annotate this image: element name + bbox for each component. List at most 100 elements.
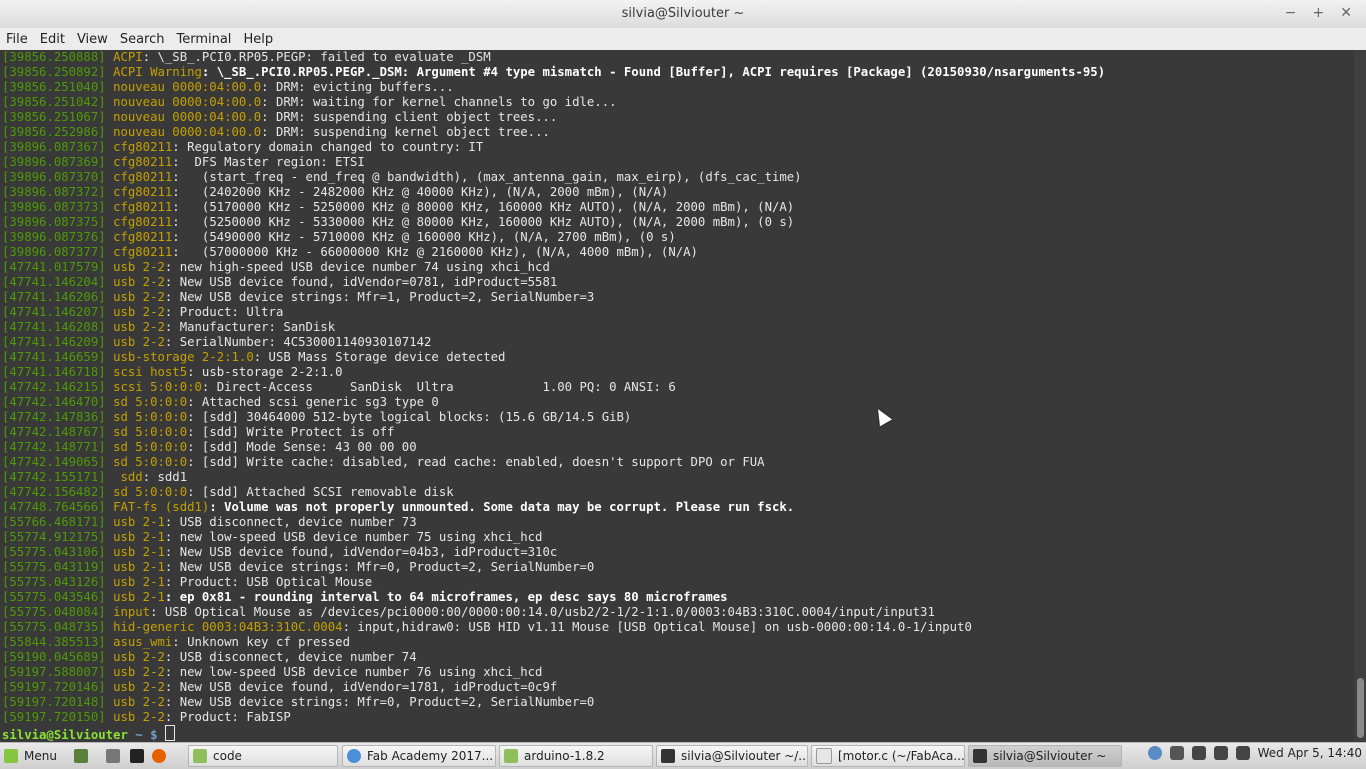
terminal-line: [59197.720146] usb 2-2: New USB device f… bbox=[2, 680, 1354, 695]
terminal-line: [55844.385513] asus_wmi: Unknown key cf … bbox=[2, 635, 1354, 650]
volume-icon[interactable] bbox=[1213, 746, 1228, 760]
task-button-terminal-1[interactable]: silvia@Silviouter ~/... bbox=[656, 745, 808, 767]
launcher-files[interactable] bbox=[106, 745, 126, 767]
log-source: cfg80211 bbox=[113, 155, 173, 169]
log-timestamp: [59197.720146] bbox=[2, 680, 106, 694]
log-message: : (5250000 KHz - 5330000 KHz @ 80000 KHz… bbox=[172, 215, 795, 229]
terminal-line: [55775.043126] usb 2-1: Product: USB Opt… bbox=[2, 575, 1354, 590]
log-message: : (5170000 KHz - 5250000 KHz @ 80000 KHz… bbox=[172, 200, 795, 214]
maximize-button[interactable]: + bbox=[1313, 5, 1325, 21]
log-timestamp: [39856.250892] bbox=[2, 65, 106, 79]
terminal-line: [39856.251040] nouveau 0000:04:00.0: DRM… bbox=[2, 80, 1354, 95]
log-message: : USB disconnect, device number 73 bbox=[164, 515, 417, 529]
task-button-code[interactable]: code bbox=[188, 745, 338, 767]
launcher-terminal[interactable] bbox=[130, 745, 150, 767]
terminal-line: [47741.146204] usb 2-2: New USB device f… bbox=[2, 275, 1354, 290]
log-message: : Product: USB Optical Mouse bbox=[164, 575, 373, 589]
terminal-line: [55775.048735] hid-generic 0003:04B3:310… bbox=[2, 620, 1354, 635]
log-source: nouveau 0000:04:00.0 bbox=[113, 110, 262, 124]
terminal-icon bbox=[973, 749, 987, 763]
shell-prompt[interactable]: silvia@Silviouter ~ $ bbox=[2, 725, 1354, 742]
update-shield-icon[interactable] bbox=[1147, 746, 1162, 760]
start-menu-button[interactable]: Menu bbox=[4, 745, 57, 767]
log-source: cfg80211 bbox=[113, 200, 173, 214]
log-timestamp: [47741.017579] bbox=[2, 260, 106, 274]
files-icon bbox=[106, 749, 120, 763]
log-message: : [sdd] Attached SCSI removable disk bbox=[187, 485, 454, 499]
scrollbar-thumb[interactable] bbox=[1357, 678, 1364, 738]
log-timestamp: [39896.087370] bbox=[2, 170, 106, 184]
task-label: Fab Academy 2017... bbox=[367, 749, 494, 763]
log-message: : new low-speed USB device number 76 usi… bbox=[164, 665, 543, 679]
task-button-terminal-2[interactable]: silvia@Silviouter ~ bbox=[968, 745, 1122, 767]
launcher-firefox[interactable] bbox=[152, 745, 172, 767]
clock[interactable]: Wed Apr 5, 14:40 bbox=[1258, 746, 1362, 760]
terminal-line: [47742.148771] sd 5:0:0:0: [sdd] Mode Se… bbox=[2, 440, 1354, 455]
terminal-output[interactable]: [39856.250888] ACPI: \_SB_.PCI0.RP05.PEG… bbox=[0, 50, 1354, 742]
minimize-button[interactable]: − bbox=[1285, 5, 1297, 21]
terminal-line: [47742.146215] scsi 5:0:0:0: Direct-Acce… bbox=[2, 380, 1354, 395]
log-message: : (57000000 KHz - 66000000 KHz @ 2160000… bbox=[172, 245, 698, 259]
log-timestamp: [55775.043119] bbox=[2, 560, 106, 574]
log-message: : [sdd] Mode Sense: 43 00 00 00 bbox=[187, 440, 417, 454]
menu-file[interactable]: File bbox=[0, 32, 34, 47]
terminal-line: [55774.912175] usb 2-1: new low-speed US… bbox=[2, 530, 1354, 545]
terminal-line: [59197.720150] usb 2-2: Product: FabISP bbox=[2, 710, 1354, 725]
log-timestamp: [39896.087369] bbox=[2, 155, 106, 169]
log-message: : sdd1 bbox=[142, 470, 188, 484]
log-timestamp: [47742.155171] bbox=[2, 470, 106, 484]
task-button-arduino[interactable]: arduino-1.8.2 bbox=[499, 745, 653, 767]
bluetooth-icon[interactable] bbox=[1191, 746, 1206, 760]
log-timestamp: [47742.147836] bbox=[2, 410, 106, 424]
task-label: arduino-1.8.2 bbox=[524, 749, 605, 763]
log-message: : Attached scsi generic sg3 type 0 bbox=[187, 395, 439, 409]
log-timestamp: [39856.251042] bbox=[2, 95, 106, 109]
menu-view[interactable]: View bbox=[71, 32, 114, 47]
menu-terminal[interactable]: Terminal bbox=[170, 32, 237, 47]
log-message: : New USB device strings: Mfr=0, Product… bbox=[164, 560, 595, 574]
system-tray: Wed Apr 5, 14:40 bbox=[1147, 746, 1362, 760]
task-label: silvia@Silviouter ~/... bbox=[681, 749, 808, 763]
log-message: : DRM: waiting for kernel channels to go… bbox=[261, 95, 617, 109]
menu-search[interactable]: Search bbox=[114, 32, 171, 47]
log-timestamp: [59197.720150] bbox=[2, 710, 106, 724]
task-button-browser[interactable]: Fab Academy 2017... bbox=[342, 745, 496, 767]
log-timestamp: [47741.146206] bbox=[2, 290, 106, 304]
terminal-line: [39896.087372] cfg80211: (2402000 KHz - … bbox=[2, 185, 1354, 200]
terminal-line: [39856.251067] nouveau 0000:04:00.0: DRM… bbox=[2, 110, 1354, 125]
battery-icon[interactable] bbox=[1235, 746, 1250, 760]
log-timestamp: [47742.148771] bbox=[2, 440, 106, 454]
log-source: usb 2-2 bbox=[113, 305, 165, 319]
desktop-icon bbox=[74, 749, 88, 763]
log-source: nouveau 0000:04:00.0 bbox=[113, 125, 262, 139]
terminal-line: [39896.087376] cfg80211: (5490000 KHz - … bbox=[2, 230, 1354, 245]
log-timestamp: [59197.588007] bbox=[2, 665, 106, 679]
window-titlebar[interactable]: silvia@Silviouter ~ − + ✕ bbox=[0, 0, 1366, 28]
log-message: : Unknown key cf pressed bbox=[172, 635, 350, 649]
menu-help[interactable]: Help bbox=[237, 32, 279, 47]
log-source: usb 2-2 bbox=[113, 665, 165, 679]
close-button[interactable]: ✕ bbox=[1340, 5, 1352, 21]
task-button-editor[interactable]: [motor.c (~/FabAca... bbox=[811, 745, 965, 767]
menu-edit[interactable]: Edit bbox=[34, 32, 71, 47]
log-message: : input,hidraw0: USB HID v1.11 Mouse [US… bbox=[342, 620, 972, 634]
log-source: cfg80211 bbox=[113, 185, 173, 199]
log-message: : [sdd] Write Protect is off bbox=[187, 425, 395, 439]
log-source: asus_wmi bbox=[113, 635, 173, 649]
log-message: : DRM: evicting buffers... bbox=[261, 80, 454, 94]
log-source: ACPI Warning bbox=[113, 65, 202, 79]
log-message: : New USB device found, idVendor=04b3, i… bbox=[164, 545, 558, 559]
show-desktop-button[interactable] bbox=[74, 745, 94, 767]
log-message: : (5490000 KHz - 5710000 KHz @ 160000 KH… bbox=[172, 230, 676, 244]
log-timestamp: [39856.252986] bbox=[2, 125, 106, 139]
terminal-line: [39856.250888] ACPI: \_SB_.PCI0.RP05.PEG… bbox=[2, 50, 1354, 65]
log-source: hid-generic 0003:04B3:310C.0004 bbox=[113, 620, 343, 634]
log-source: usb-storage 2-2:1.0 bbox=[113, 350, 254, 364]
network-icon[interactable] bbox=[1169, 746, 1184, 760]
terminal-scrollbar[interactable] bbox=[1354, 50, 1366, 742]
log-message: : New USB device strings: Mfr=0, Product… bbox=[164, 695, 595, 709]
log-source: cfg80211 bbox=[113, 230, 173, 244]
log-source: sd 5:0:0:0 bbox=[113, 395, 188, 409]
log-timestamp: [47748.764566] bbox=[2, 500, 106, 514]
log-source: FAT-fs (sdd1) bbox=[113, 500, 210, 514]
